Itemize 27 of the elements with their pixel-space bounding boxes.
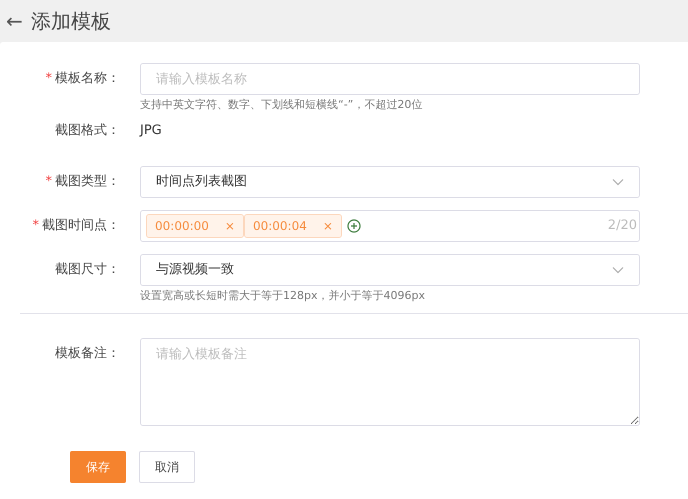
page-title: 添加模板 xyxy=(30,8,111,35)
field-label: 模板名称： xyxy=(55,71,120,86)
select-value: 与源视频一致 xyxy=(156,261,234,280)
hint-text: 支持中英文字符、数字、下划线和短横线“-”，不超过20位 xyxy=(140,98,424,112)
tag-count: 2/20 xyxy=(608,217,638,236)
chevron-down-icon xyxy=(612,178,624,186)
tag-text: 00:00:00 xyxy=(155,218,209,235)
select-field[interactable]: 时间点列表截图 xyxy=(140,166,640,198)
required-mark: * xyxy=(46,174,52,189)
text-input[interactable]: 请输入模板名称 xyxy=(140,63,640,95)
textarea-field[interactable]: 请输入模板备注 xyxy=(140,338,640,426)
field-label: 截图尺寸： xyxy=(55,262,120,277)
tag-text: 00:00:04 xyxy=(252,218,307,235)
chevron-down-icon xyxy=(612,266,624,274)
required-mark: * xyxy=(32,218,39,233)
select-field[interactable]: 与源视频一致 xyxy=(140,254,640,286)
required-mark: * xyxy=(46,71,52,86)
field-label: 截图类型： xyxy=(55,174,120,189)
add-icon[interactable] xyxy=(346,219,361,233)
hint-text: 设置宽高或长短时需大于等于128px，并小于等于4096px xyxy=(140,289,426,303)
select-value: 时间点列表截图 xyxy=(156,173,247,192)
field-label: 截图时间点： xyxy=(42,218,120,233)
field-value: JPG xyxy=(140,122,163,140)
field-label: 模板备注： xyxy=(55,346,120,361)
back-icon[interactable]: ← xyxy=(6,11,23,31)
field-label: 截图格式： xyxy=(55,123,120,138)
cancel-button[interactable]: 取消 xyxy=(139,450,195,482)
